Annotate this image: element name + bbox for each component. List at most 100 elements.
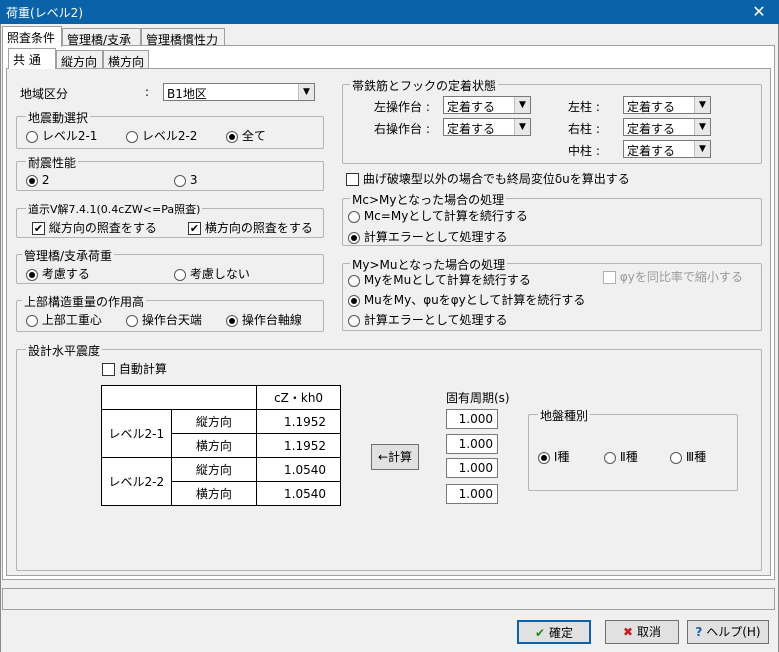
tab-longitudinal[interactable]: 縦方向 (56, 50, 103, 69)
period-input-2[interactable]: 1.000 (446, 434, 498, 454)
coef-value[interactable]: 1.0540 (256, 481, 341, 506)
anchor-label-right-col: 右柱 : (568, 122, 600, 136)
my-mu-as-my[interactable]: MuをMy、φuをφyとして計算を続行する (348, 291, 585, 308)
region-label: 地域区分 (20, 87, 69, 101)
period-input-3[interactable]: 1.000 (446, 458, 498, 478)
tab-common[interactable]: 共 通 (8, 48, 56, 69)
tab-transverse[interactable]: 横方向 (103, 50, 149, 69)
help-button[interactable]: ? ヘルプ(H) (687, 620, 769, 644)
radio-icon[interactable] (348, 274, 360, 287)
checkbox-checked-icon[interactable] (32, 222, 45, 235)
region-value: B1地区 (167, 87, 207, 101)
dir-label: 横方向 (170, 433, 258, 458)
radio-icon[interactable] (174, 268, 186, 281)
quake-title: 地震動選択 (26, 109, 91, 126)
anchor-select-left-deck[interactable]: 定着する ▼ (443, 96, 531, 114)
chevron-down-icon[interactable]: ▼ (514, 119, 530, 135)
quake-option-1[interactable]: レベル2-1 (26, 127, 97, 144)
period-input-1[interactable]: 1.000 (446, 409, 498, 429)
dir-label: 横方向 (170, 481, 258, 506)
dir-label: 縦方向 (170, 457, 258, 482)
seismic-option-2[interactable]: 2 (26, 173, 49, 187)
bridge-load-ignore[interactable]: 考慮しない (174, 265, 250, 282)
radio-selected-icon[interactable] (226, 130, 238, 143)
upper-weight-top[interactable]: 操作台天端 (126, 311, 202, 328)
anchor-select-right-deck[interactable]: 定着する ▼ (443, 118, 531, 136)
mc-my-continue[interactable]: Mc=Myとして計算を続行する (348, 207, 528, 224)
period-input-4[interactable]: 1.000 (446, 484, 498, 504)
anchor-select-left-col[interactable]: 定着する ▼ (623, 96, 711, 114)
chevron-down-icon[interactable]: ▼ (694, 141, 710, 157)
level-label-2: レベル2-2 (101, 457, 172, 506)
ok-button[interactable]: ✔ 確定 (517, 620, 591, 644)
check-transverse[interactable]: 横方向の照査をする (188, 219, 313, 236)
radio-selected-icon[interactable] (226, 314, 238, 327)
tab-check-conditions[interactable]: 照査条件 (2, 26, 62, 47)
quake-option-all[interactable]: 全て (226, 127, 266, 144)
ground-type-2[interactable]: Ⅱ種 (604, 448, 638, 465)
ground-title: 地盤種別 (538, 407, 591, 424)
ground-type-3[interactable]: Ⅲ種 (670, 448, 706, 465)
upper-weight-center[interactable]: 上部工重心 (26, 311, 102, 328)
radio-icon[interactable] (26, 314, 38, 327)
table-row: レベル2-2 縦方向 1.0540 (101, 457, 341, 506)
anchor-label-right-deck: 右操作台 : (374, 122, 430, 136)
bridge-load-title: 管理橋/支承荷重 (22, 247, 115, 264)
coef-value[interactable]: 1.1952 (256, 433, 341, 458)
seismic-title: 耐震性能 (26, 154, 79, 171)
chevron-down-icon[interactable]: ▼ (694, 97, 710, 113)
anchor-title: 帯鉄筋とフックの定着状態 (350, 77, 499, 94)
radio-icon[interactable] (670, 451, 682, 464)
upper-weight-title: 上部構造重量の作用高 (22, 293, 147, 310)
design-title: 設計水平震度 (26, 342, 103, 359)
title-bar: 荷重(レベル2) ✕ (0, 0, 779, 24)
checkbox-checked-icon[interactable] (188, 222, 201, 235)
my-mu-as-mu[interactable]: MyをMuとして計算を続行する (348, 271, 531, 288)
radio-icon[interactable] (126, 314, 138, 327)
calc-button[interactable]: ←計算 (371, 444, 419, 470)
chevron-down-icon[interactable]: ▼ (694, 119, 710, 135)
table-header-row: cZ・kh0 (100, 385, 341, 410)
bridge-load-consider[interactable]: 考慮する (26, 265, 90, 282)
seismic-option-3[interactable]: 3 (174, 173, 197, 187)
radio-icon[interactable] (348, 210, 360, 223)
anchor-select-right-col[interactable]: 定着する ▼ (623, 118, 711, 136)
cancel-button[interactable]: ✖ 取消 (605, 620, 679, 644)
anchor-label-left-deck: 左操作台 : (374, 100, 430, 114)
quake-option-2[interactable]: レベル2-2 (126, 127, 197, 144)
anchor-select-mid-col[interactable]: 定着する ▼ (623, 140, 711, 158)
coef-value[interactable]: 1.1952 (256, 409, 341, 434)
my-mu-error[interactable]: 計算エラーとして処理する (348, 311, 507, 328)
radio-selected-icon[interactable] (348, 231, 360, 244)
window-title: 荷重(レベル2) (6, 6, 83, 20)
checkbox-icon[interactable] (346, 173, 359, 186)
radio-icon[interactable] (26, 130, 38, 143)
table-header-czkh0: cZ・kh0 (256, 385, 341, 410)
close-icon[interactable]: ✕ (739, 0, 779, 24)
coef-value[interactable]: 1.0540 (256, 457, 341, 482)
chevron-down-icon[interactable]: ▼ (514, 97, 530, 113)
checkbox-disabled-icon[interactable] (603, 271, 616, 284)
bend-check[interactable]: 曲げ破壊型以外の場合でも終局変位δuを算出する (346, 170, 630, 187)
ground-type-1[interactable]: Ⅰ種 (538, 448, 569, 465)
radio-selected-icon[interactable] (348, 294, 360, 307)
upper-weight-axis[interactable]: 操作台軸線 (226, 311, 302, 328)
status-bar (2, 588, 775, 610)
radio-selected-icon[interactable] (26, 174, 38, 187)
checkbox-icon[interactable] (102, 363, 115, 376)
radio-icon[interactable] (126, 130, 138, 143)
radio-selected-icon[interactable] (538, 451, 550, 464)
region-select[interactable]: B1地区 ▼ (163, 83, 315, 101)
mc-my-error[interactable]: 計算エラーとして処理する (348, 228, 507, 245)
help-icon: ? (695, 625, 703, 639)
radio-icon[interactable] (174, 174, 186, 187)
check-longitudinal[interactable]: 縦方向の照査をする (32, 219, 157, 236)
radio-selected-icon[interactable] (26, 268, 38, 281)
checkmark-icon: ✔ (535, 626, 546, 640)
dir-label: 縦方向 (170, 409, 258, 434)
chevron-down-icon[interactable]: ▼ (298, 84, 314, 100)
auto-calc-check[interactable]: 自動計算 (102, 360, 167, 377)
radio-icon[interactable] (348, 314, 360, 327)
radio-icon[interactable] (604, 451, 616, 464)
phi-check[interactable]: φyを同比率で縮小する (603, 268, 743, 285)
